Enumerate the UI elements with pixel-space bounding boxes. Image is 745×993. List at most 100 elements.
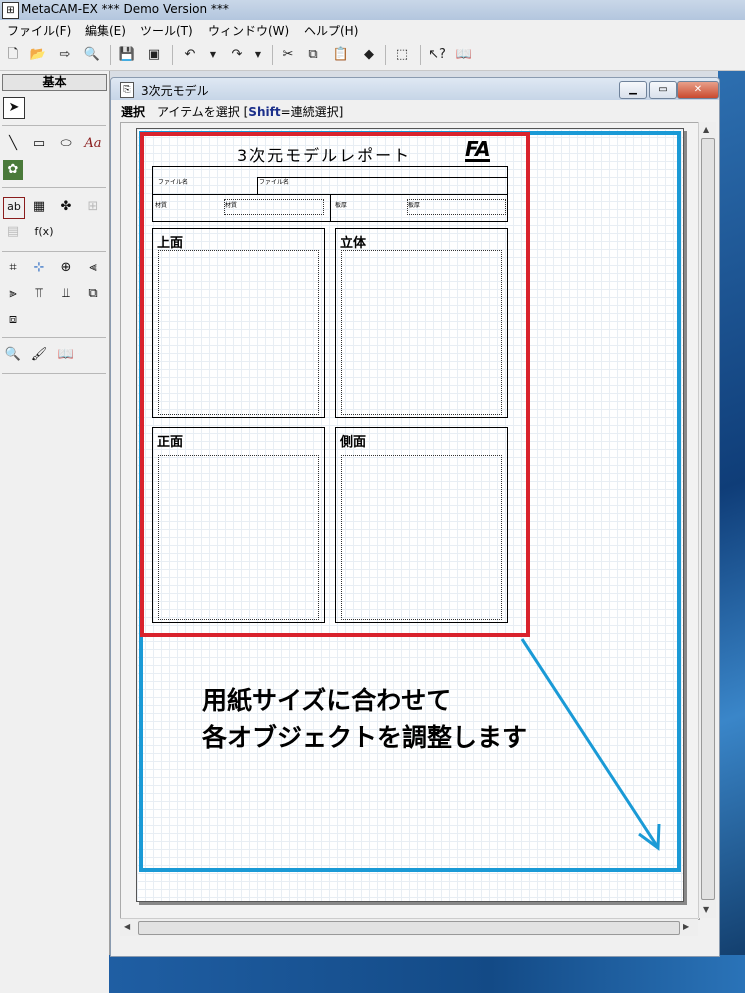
formula-tool-icon[interactable]: f(x) (29, 222, 59, 242)
minimize-button[interactable]: ▁ (619, 81, 647, 99)
tool-palette: 基本 ➤ ╲ ▭ ⬭ Aa ✿ ab ▦ ✤ ⊞ ▤ f(x) ⌗ ⊹ ⊕ ⫷ … (0, 71, 110, 993)
annotation-line-1: 用紙サイズに合わせて (202, 686, 452, 715)
new-file-icon[interactable]: 🗋 (3, 45, 23, 65)
table-tool-icon[interactable]: ▦ (29, 197, 49, 217)
annotation-text: 用紙サイズに合わせて 各オブジェクトを調整します (202, 682, 527, 756)
brush-icon[interactable]: 🖌 (29, 345, 49, 365)
front-view-area[interactable] (158, 455, 319, 620)
ellipse-tool-icon[interactable]: ⬭ (56, 134, 76, 154)
redo-dropdown-icon[interactable]: ▼ (248, 45, 268, 65)
front-view-label: 正面 (157, 435, 184, 450)
resize-arrow-icon (520, 638, 661, 851)
maximize-button[interactable]: ▭ (649, 81, 677, 99)
print-preview-icon[interactable]: 🔍 (82, 45, 102, 65)
barcode-disabled-icon: ▤ (6, 224, 20, 239)
desktop-background (718, 71, 745, 993)
align-right-icon[interactable]: ⫸ (3, 284, 23, 304)
menu-tools[interactable]: ツール(T) (140, 22, 193, 39)
text-tool-icon[interactable]: Aa (83, 134, 103, 154)
paste-icon[interactable]: 📋 (331, 45, 351, 65)
front-view-box[interactable]: 正面 (152, 427, 325, 623)
status-mode: 選択 (121, 105, 146, 119)
vertical-scroll-thumb[interactable] (701, 138, 715, 900)
export-icon[interactable]: ⇨ (55, 45, 75, 65)
zoom-window-icon[interactable]: ⬚ (392, 45, 412, 65)
scroll-up-arrow-icon[interactable]: ▲ (703, 125, 709, 134)
app-title: MetaCAM-EX *** Demo Version *** (21, 2, 229, 16)
undo-icon[interactable]: ↶ (180, 45, 200, 65)
bring-front-icon[interactable]: ⧉ (83, 284, 103, 304)
app-icon[interactable]: ⊞ (2, 2, 19, 19)
open-folder-icon[interactable]: 📂 (28, 45, 48, 65)
zoom-icon[interactable]: 🔍 (3, 345, 23, 365)
paper-sheet: 3次元モデルレポート FA ファイル名 ファイル名 材質 材質 板厚 板厚 上面 (136, 128, 684, 902)
copy-icon[interactable]: ⧉ (303, 45, 323, 65)
side-view-box[interactable]: 側面 (335, 427, 508, 623)
drawing-canvas[interactable]: 3次元モデルレポート FA ファイル名 ファイル名 材質 材質 板厚 板厚 上面 (120, 122, 700, 920)
side-view-area[interactable] (341, 455, 502, 620)
document-window: ⎘ 3次元モデル ▁ ▭ ✕ 選択 アイテムを選択 [Shift=連続選択] 3… (110, 77, 720, 957)
fa-logo[interactable]: FA (465, 139, 491, 162)
help-cursor-icon[interactable]: ↖? (427, 45, 447, 65)
menu-bar: ファイル(F) 編集(E) ツール(T) ウィンドウ(W) ヘルプ(H) (0, 20, 745, 40)
palette-header[interactable]: 基本 (2, 74, 107, 91)
annotation-line-2: 各オブジェクトを調整します (202, 723, 528, 752)
scroll-right-arrow-icon[interactable]: ▶ (683, 922, 689, 931)
undo-dropdown-icon[interactable]: ▼ (203, 45, 223, 65)
close-button[interactable]: ✕ (677, 81, 719, 99)
redo-icon[interactable]: ↷ (227, 45, 247, 65)
align-center-icon[interactable]: ⊹ (29, 258, 49, 278)
line-tool-icon[interactable]: ╲ (3, 134, 23, 154)
scroll-left-arrow-icon[interactable]: ◀ (124, 922, 130, 931)
units-field[interactable]: 板厚 (407, 199, 506, 215)
main-toolbar: 🗋 📂 ⇨ 🔍 💾 ▣ ↶ ▼ ↷ ▼ ✂ ⧉ 📋 ◆ ⬚ ↖? 📖 (0, 40, 745, 71)
menu-help[interactable]: ヘルプ(H) (304, 22, 358, 39)
status-text: アイテムを選択 [Shift=連続選択] (157, 105, 344, 119)
report-heading[interactable]: 3次元モデルレポート (237, 142, 411, 166)
manual-icon[interactable]: 📖 (454, 45, 474, 65)
menu-edit[interactable]: 編集(E) (85, 22, 126, 39)
menu-window[interactable]: ウィンドウ(W) (208, 22, 289, 39)
align-bottom-icon[interactable]: ⫫ (56, 284, 76, 304)
iso-view-area[interactable] (341, 250, 502, 415)
file-name-label: ファイル名 (158, 179, 189, 186)
iso-view-label: 立体 (340, 236, 367, 251)
scroll-down-arrow-icon[interactable]: ▼ (703, 905, 709, 914)
rectangle-tool-icon[interactable]: ▭ (29, 134, 49, 154)
app-title-bar: ⊞ MetaCAM-EX *** Demo Version *** (0, 0, 745, 21)
mode-status-line: 選択 アイテムを選択 [Shift=連続選択] (111, 100, 719, 120)
top-view-label: 上面 (157, 236, 184, 251)
menu-file[interactable]: ファイル(F) (7, 22, 71, 39)
top-view-area[interactable] (158, 250, 319, 415)
document-icon[interactable]: ⎘ (120, 82, 134, 98)
cut-icon[interactable]: ✂ (278, 45, 298, 65)
align-top-icon[interactable]: ⫪ (29, 284, 49, 304)
horizontal-scrollbar[interactable]: ◀ ▶ (120, 918, 698, 936)
align-cross-icon[interactable]: ⌗ (3, 258, 23, 278)
desktop-background-bottom (109, 955, 745, 993)
grid-disabled-icon: ⊞ (87, 199, 99, 214)
material-field[interactable]: 材質 (224, 199, 324, 215)
file-name-value[interactable]: ファイル名 (259, 177, 289, 186)
side-view-label: 側面 (340, 435, 367, 450)
vertical-scrollbar[interactable]: ▲ ▼ (698, 122, 716, 918)
top-view-box[interactable]: 上面 (152, 228, 325, 418)
send-back-icon[interactable]: ⧈ (3, 310, 23, 330)
horizontal-scroll-thumb[interactable] (138, 921, 680, 935)
info-box[interactable]: ファイル名 ファイル名 材質 材質 板厚 板厚 (152, 166, 508, 222)
text-field-icon[interactable]: ab (3, 197, 25, 219)
document-title: 3次元モデル (141, 84, 209, 98)
document-title-bar: ⎘ 3次元モデル ▁ ▭ ✕ (111, 78, 719, 100)
iso-view-box[interactable]: 立体 (335, 228, 508, 418)
eraser-icon[interactable]: ◆ (359, 45, 379, 65)
select-arrow-icon[interactable]: ➤ (3, 97, 25, 119)
picture-insert-icon[interactable]: ✤ (56, 197, 76, 217)
material-label: 材質 (155, 202, 168, 209)
book-icon[interactable]: 📖 (56, 345, 76, 365)
align-middle-icon[interactable]: ⊕ (56, 258, 76, 278)
align-left-icon[interactable]: ⫷ (83, 258, 103, 278)
image-tool-icon[interactable]: ✿ (3, 160, 23, 180)
save-icon[interactable]: 💾 (117, 45, 137, 65)
units-label: 板厚 (335, 202, 348, 209)
save-all-icon[interactable]: ▣ (144, 45, 164, 65)
